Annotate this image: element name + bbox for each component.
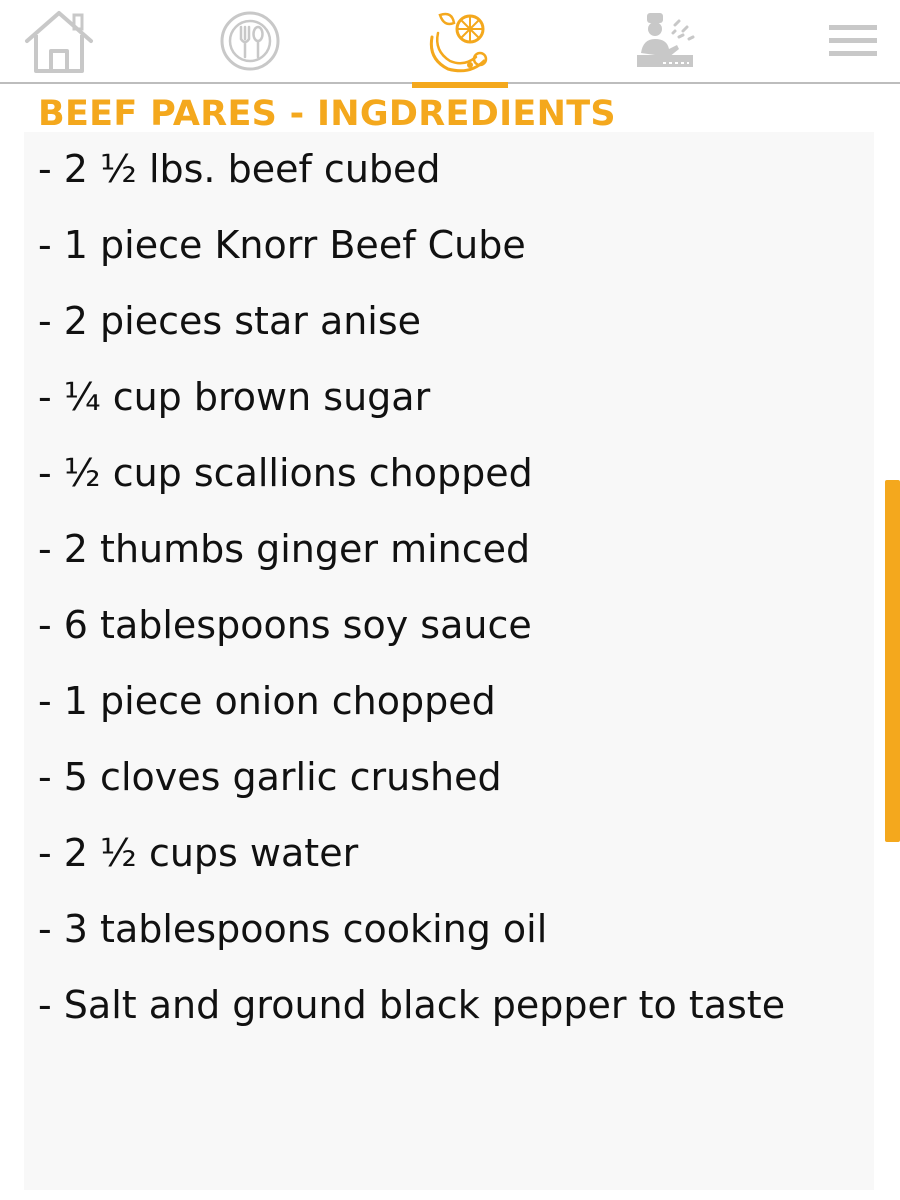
ingredient-item: - Salt and ground black pepper to taste: [38, 983, 786, 1027]
page-title: BEEF PARES - INGDREDIENTS: [38, 94, 616, 134]
top-navigation-bar: [0, 0, 900, 88]
home-icon: [25, 11, 93, 73]
nav-chef-tab[interactable]: [628, 4, 704, 78]
ingredient-list: - 2 ½ lbs. beef cubed - 1 piece Knorr Be…: [38, 136, 785, 1048]
ingredient-item: - 3 tablespoons cooking oil: [38, 907, 548, 951]
ingredient-item: - 5 cloves garlic crushed: [38, 755, 502, 799]
ingredient-item: - 2 ½ lbs. beef cubed: [38, 147, 441, 191]
ingredient-item: - 6 tablespoons soy sauce: [38, 603, 532, 647]
nav-dining-tab[interactable]: [210, 4, 290, 78]
hamburger-menu-icon: [829, 25, 877, 56]
scrollbar-thumb[interactable]: [885, 480, 900, 842]
ingredient-item: - 1 piece Knorr Beef Cube: [38, 223, 526, 267]
chef-cooking-icon: [637, 13, 695, 67]
active-tab-indicator: [412, 82, 508, 88]
ingredient-item: - ½ cup scallions chopped: [38, 451, 533, 495]
ingredients-icon: [429, 12, 488, 73]
ingredient-item: - 1 piece onion chopped: [38, 679, 496, 723]
ingredient-item: - ¼ cup brown sugar: [38, 375, 431, 419]
nav-menu-button[interactable]: [820, 4, 886, 78]
ingredient-item: - 2 pieces star anise: [38, 299, 422, 343]
ingredient-item: - 2 thumbs ginger minced: [38, 527, 531, 571]
plate-cutlery-icon: [220, 11, 280, 71]
nav-home-tab[interactable]: [18, 4, 100, 78]
nav-ingredients-tab[interactable]: [412, 4, 508, 78]
ingredient-item: - 2 ½ cups water: [38, 831, 359, 875]
